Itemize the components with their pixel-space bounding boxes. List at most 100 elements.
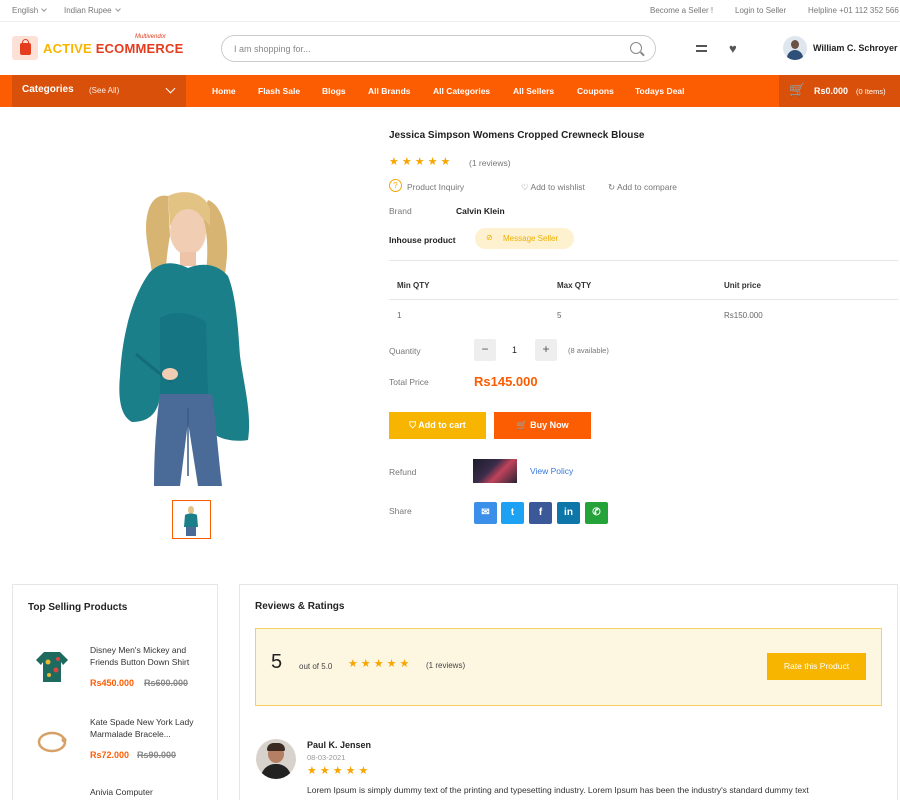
product-main-image[interactable] — [110, 186, 280, 488]
search-placeholder: I am shopping for... — [234, 44, 311, 54]
cart-icon: 🛒 — [789, 82, 806, 97]
review-date: 08-03-2021 — [307, 753, 346, 762]
product-thumbnail[interactable] — [172, 500, 211, 539]
share-label: Share — [389, 506, 412, 516]
nav-coupons[interactable]: Coupons — [577, 86, 614, 96]
review-text: Lorem Ipsum is simply dummy text of the … — [307, 785, 809, 795]
add-to-cart-label: Add to cart — [418, 420, 466, 430]
chevron-down-icon — [114, 6, 121, 12]
top-selling-item-price: Rs450.000 — [90, 678, 135, 688]
view-policy-link[interactable]: View Policy — [530, 466, 573, 476]
available-count: (8 available) — [568, 346, 609, 355]
add-to-cart-button[interactable]: ⛉ Add to cart — [389, 412, 486, 439]
nav-all-brands[interactable]: All Brands — [368, 86, 411, 96]
product-reviews-count[interactable]: (1 reviews) — [469, 158, 511, 168]
main-nav: Categories (See All) Home Flash Sale Blo… — [0, 75, 900, 107]
user-avatar[interactable] — [783, 36, 807, 60]
logo-word-ecommerce: ECOMMERCE — [95, 41, 184, 56]
categories-label: Categories — [22, 84, 74, 95]
cart-button[interactable]: 🛒 Rs0.000 (0 Items) — [779, 75, 900, 107]
nav-home[interactable]: Home — [212, 86, 236, 96]
add-to-wishlist-link[interactable]: ♡ Add to wishlist — [521, 182, 585, 193]
nav-all-categories[interactable]: All Categories — [433, 86, 490, 96]
message-seller-button[interactable]: ⊘ Message Seller — [475, 228, 574, 249]
rating-summary-stars: ★★★★★ — [348, 658, 413, 670]
divider — [389, 260, 898, 261]
add-to-compare-link[interactable]: ↻ Add to compare — [608, 182, 677, 193]
table-cell-unit-price: Rs150.000 — [724, 311, 763, 320]
table-cell-min-qty: 1 — [397, 311, 402, 320]
product-image-shirt[interactable] — [34, 648, 70, 684]
inhouse-label: Inhouse product — [389, 235, 456, 245]
product-image-bracelet[interactable] — [34, 724, 70, 760]
linkedin-share-icon[interactable]: in — [557, 502, 580, 524]
email-share-icon[interactable]: ✉ — [474, 502, 497, 524]
table-header-min-qty: Min QTY — [397, 281, 430, 290]
see-all-link[interactable]: (See All) — [89, 86, 119, 95]
top-selling-item-name[interactable]: Disney Men's Mickey and Friends Button D… — [90, 644, 208, 668]
compare-label: Add to compare — [617, 182, 678, 192]
nav-flash-sale[interactable]: Flash Sale — [258, 86, 300, 96]
rating-score: 5 — [271, 651, 283, 673]
categories-dropdown[interactable]: Categories (See All) — [12, 75, 186, 107]
bag-icon: ⛉ — [409, 420, 417, 430]
facebook-share-icon[interactable]: f — [529, 502, 552, 524]
nav-blogs[interactable]: Blogs — [322, 86, 346, 96]
whatsapp-share-icon[interactable]: ✆ — [585, 502, 608, 524]
quantity-plus-button[interactable]: + — [535, 339, 557, 361]
quantity-minus-button[interactable]: − — [474, 339, 496, 361]
rate-product-button[interactable]: Rate this Product — [767, 653, 866, 680]
nav-todays-deal[interactable]: Todays Deal — [635, 86, 684, 96]
cart-amount: Rs0.000 — [814, 86, 849, 96]
rating-out-of: out of 5.0 — [299, 662, 333, 671]
search-icon[interactable] — [630, 42, 642, 54]
twitter-share-icon[interactable]: t — [501, 502, 524, 524]
table-header-max-qty: Max QTY — [557, 281, 592, 290]
chevron-down-icon — [165, 83, 176, 94]
top-selling-item-old-price: Rs90.000 — [137, 750, 177, 760]
wishlist-label: Add to wishlist — [530, 182, 585, 192]
quantity-input[interactable]: 1 — [512, 345, 517, 355]
wishlist-heart-icon[interactable]: ♥ — [729, 42, 737, 55]
top-selling-item-old-price: Rs600.000 — [144, 678, 189, 688]
top-selling-card — [12, 584, 218, 800]
currency-label: Indian Rupee — [64, 6, 112, 15]
chat-icon: ⊘ — [486, 233, 493, 242]
brand-value[interactable]: Calvin Klein — [456, 206, 505, 216]
review-stars: ★★★★★ — [307, 765, 372, 777]
currency-selector[interactable]: Indian Rupee — [64, 6, 121, 15]
refund-policy-image — [473, 459, 517, 483]
search-input[interactable]: I am shopping for... — [221, 35, 656, 62]
top-selling-title: Top Selling Products — [28, 602, 128, 613]
top-selling-item-name[interactable]: Anivia Computer — [90, 786, 208, 798]
language-label: English — [12, 6, 39, 15]
rating-summary-count: (1 reviews) — [426, 661, 466, 670]
product-inquiry-link[interactable]: Product Inquiry — [407, 182, 464, 192]
reviewer-name: Paul K. Jensen — [307, 740, 372, 750]
helpline-text: Helpline +01 112 352 566 — [808, 6, 899, 15]
top-bar: English Indian Rupee Become a Seller ! L… — [0, 0, 900, 22]
divider — [389, 299, 898, 300]
nav-all-sellers[interactable]: All Sellers — [513, 86, 554, 96]
table-header-unit-price: Unit price — [724, 281, 761, 290]
language-selector[interactable]: English — [12, 6, 48, 15]
username[interactable]: William C. Schroyer — [813, 43, 897, 53]
reviews-title: Reviews & Ratings — [255, 601, 345, 612]
logo-word-active: ACTIVE — [43, 41, 92, 56]
total-price-value: Rs145.000 — [474, 374, 538, 389]
brand-label: Brand — [389, 206, 412, 216]
compare-icon[interactable] — [696, 43, 708, 53]
logo[interactable]: ACTIVE ECOMMERCE — [43, 41, 183, 56]
logo-bag-icon[interactable] — [12, 36, 38, 60]
login-seller-link[interactable]: Login to Seller — [735, 6, 786, 15]
become-seller-link[interactable]: Become a Seller ! — [650, 6, 713, 15]
reviewer-avatar — [256, 739, 296, 779]
refund-label: Refund — [389, 467, 417, 477]
refresh-icon: ↻ — [608, 182, 616, 192]
top-selling-item-name[interactable]: Kate Spade New York Lady Marmalade Brace… — [90, 716, 208, 740]
quantity-label: Quantity — [389, 346, 421, 356]
cart-icon: 🛒 — [516, 420, 528, 430]
buy-now-button[interactable]: 🛒 Buy Now — [494, 412, 591, 439]
logo-tagline: Multivendor — [135, 34, 167, 40]
message-seller-label: Message Seller — [503, 234, 559, 243]
